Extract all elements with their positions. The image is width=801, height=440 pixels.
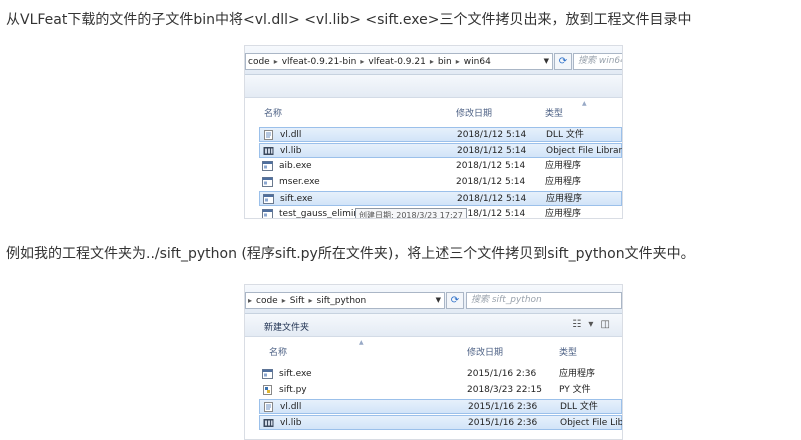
file-name: vl.dll bbox=[280, 130, 302, 140]
explorer-window-win64: code ▸ vlfeat-0.9.21-bin ▸ vlfeat-0.9.21… bbox=[244, 45, 623, 219]
file-type: DLL 文件 bbox=[560, 402, 598, 412]
dll-file-icon bbox=[263, 402, 274, 412]
file-type: 应用程序 bbox=[545, 161, 582, 171]
file-type: PY 文件 bbox=[559, 385, 591, 395]
dropdown-arrow-icon[interactable]: ▼ bbox=[544, 54, 549, 69]
dropdown-arrow-icon[interactable]: ▼ bbox=[436, 293, 441, 308]
lib-file-icon bbox=[263, 418, 274, 428]
new-folder-button[interactable]: 新建文件夹 bbox=[264, 320, 309, 333]
breadcrumb-bin[interactable]: bin bbox=[436, 57, 454, 67]
file-type: DLL 文件 bbox=[546, 130, 584, 140]
breadcrumb-code[interactable]: code bbox=[254, 296, 280, 306]
dll-file-icon bbox=[263, 130, 274, 140]
file-type: Object File Library bbox=[560, 418, 623, 428]
file-row[interactable]: vl.lib 2018/1/12 5:14 Object File Library bbox=[259, 143, 622, 158]
breadcrumb-sift-python[interactable]: sift_python bbox=[315, 296, 369, 306]
file-date: 2015/1/16 2:36 bbox=[467, 369, 537, 379]
refresh-icon[interactable]: ⟳ bbox=[446, 292, 464, 309]
file-date: 2015/1/16 2:36 bbox=[468, 402, 538, 412]
explorer-window-sift-python: ▸ code ▸ Sift ▸ sift_python ▼ ⟳ 搜索 sift_… bbox=[244, 284, 623, 440]
chevron-right-icon: ▸ bbox=[248, 296, 253, 305]
search-input[interactable]: 搜索 win64 bbox=[573, 53, 622, 70]
breadcrumb[interactable]: ▸ code ▸ Sift ▸ sift_python ▼ bbox=[245, 292, 445, 309]
breadcrumb-code[interactable]: code bbox=[246, 57, 272, 67]
file-name: test_gauss_elimin bbox=[279, 209, 360, 219]
file-name: sift.py bbox=[279, 385, 307, 395]
file-date: 2018/3/23 22:15 bbox=[467, 385, 542, 395]
search-input[interactable]: 搜索 sift_python bbox=[466, 292, 622, 309]
file-name: vl.lib bbox=[280, 146, 302, 156]
file-date: 2018/1/12 5:14 bbox=[456, 161, 526, 171]
exe-file-icon bbox=[262, 177, 273, 187]
file-row[interactable]: vl.dll 2018/1/12 5:14 DLL 文件 bbox=[259, 127, 622, 142]
file-row[interactable]: vl.lib 2015/1/16 2:36 Object File Library bbox=[259, 415, 622, 430]
refresh-icon[interactable]: ⟳ bbox=[554, 53, 572, 70]
chevron-right-icon: ▸ bbox=[429, 57, 434, 66]
file-row[interactable]: sift.py 2018/3/23 22:15 PY 文件 bbox=[259, 383, 622, 398]
command-bar: 新建文件夹 ☷ ▾ ◫ bbox=[245, 314, 622, 337]
file-name: sift.exe bbox=[279, 369, 312, 379]
file-date: 2018/1/12 5:14 bbox=[457, 146, 527, 156]
file-type: Object File Library bbox=[546, 146, 623, 156]
sort-arrow-icon: ▲ bbox=[582, 100, 587, 107]
file-type: 应用程序 bbox=[546, 194, 583, 204]
view-options-icon[interactable]: ☷ ▾ ◫ bbox=[572, 319, 612, 330]
file-row[interactable]: vl.dll 2015/1/16 2:36 DLL 文件 bbox=[259, 399, 622, 414]
breadcrumb-vlfeat-bin[interactable]: vlfeat-0.9.21-bin bbox=[280, 57, 359, 67]
column-header-date[interactable]: 修改日期 bbox=[456, 106, 492, 119]
column-header-date[interactable]: 修改日期 bbox=[467, 345, 503, 358]
column-header-row: 名称 修改日期 类型 ▲ bbox=[245, 339, 622, 361]
file-name: aib.exe bbox=[279, 161, 312, 171]
exe-file-icon bbox=[263, 194, 274, 204]
chevron-right-icon: ▸ bbox=[360, 57, 365, 66]
column-header-name[interactable]: 名称 bbox=[264, 106, 282, 119]
sort-arrow-icon: ▲ bbox=[359, 339, 364, 346]
chevron-right-icon: ▸ bbox=[455, 57, 460, 66]
chevron-right-icon: ▸ bbox=[281, 296, 286, 305]
file-date: 2018/1/12 5:14 bbox=[457, 130, 527, 140]
file-name: vl.dll bbox=[280, 402, 302, 412]
file-row[interactable]: sift.exe 2015/1/16 2:36 应用程序 bbox=[259, 367, 622, 382]
file-row[interactable]: sift.exe 2018/1/12 5:14 应用程序 bbox=[259, 191, 622, 206]
file-type: 应用程序 bbox=[559, 369, 596, 379]
breadcrumb[interactable]: code ▸ vlfeat-0.9.21-bin ▸ vlfeat-0.9.21… bbox=[245, 53, 553, 70]
tooltip: 创建日期: 2018/3/23 17:27 bbox=[355, 208, 467, 218]
file-type: 应用程序 bbox=[545, 209, 582, 219]
file-type: 应用程序 bbox=[545, 177, 582, 187]
column-header-name[interactable]: 名称 bbox=[269, 345, 287, 358]
python-file-icon bbox=[262, 385, 273, 395]
column-header-type[interactable]: 类型 bbox=[545, 106, 563, 119]
exe-file-icon bbox=[262, 369, 273, 379]
exe-file-icon bbox=[262, 209, 273, 218]
file-row[interactable]: mser.exe 2018/1/12 5:14 应用程序 bbox=[259, 175, 622, 190]
address-bar: ▸ code ▸ Sift ▸ sift_python ▼ ⟳ 搜索 sift_… bbox=[245, 285, 622, 314]
file-date: 2018/1/12 5:14 bbox=[457, 194, 527, 204]
column-header-type[interactable]: 类型 bbox=[559, 345, 577, 358]
chevron-right-icon: ▸ bbox=[273, 57, 278, 66]
file-date: 2015/1/16 2:36 bbox=[468, 418, 538, 428]
exe-file-icon bbox=[262, 161, 273, 171]
address-bar: code ▸ vlfeat-0.9.21-bin ▸ vlfeat-0.9.21… bbox=[245, 46, 622, 75]
paragraph-project-folder: 例如我的工程文件夹为../sift_python (程序sift.py所在文件夹… bbox=[6, 246, 695, 262]
chevron-right-icon: ▸ bbox=[308, 296, 313, 305]
column-header-row: 名称 修改日期 类型 ▲ bbox=[245, 100, 622, 122]
breadcrumb-win64[interactable]: win64 bbox=[462, 57, 493, 67]
breadcrumb-sift[interactable]: Sift bbox=[288, 296, 307, 306]
breadcrumb-vlfeat[interactable]: vlfeat-0.9.21 bbox=[366, 57, 427, 67]
lib-file-icon bbox=[263, 146, 274, 156]
file-date: 2018/1/12 5:14 bbox=[456, 177, 526, 187]
file-name: mser.exe bbox=[279, 177, 320, 187]
paragraph-copy-files: 从VLFeat下载的文件的子文件bin中将<vl.dll> <vl.lib> <… bbox=[6, 12, 692, 28]
file-name: vl.lib bbox=[280, 418, 302, 428]
file-name: sift.exe bbox=[280, 194, 313, 204]
file-row[interactable]: aib.exe 2018/1/12 5:14 应用程序 bbox=[259, 159, 622, 174]
command-bar bbox=[245, 75, 622, 98]
